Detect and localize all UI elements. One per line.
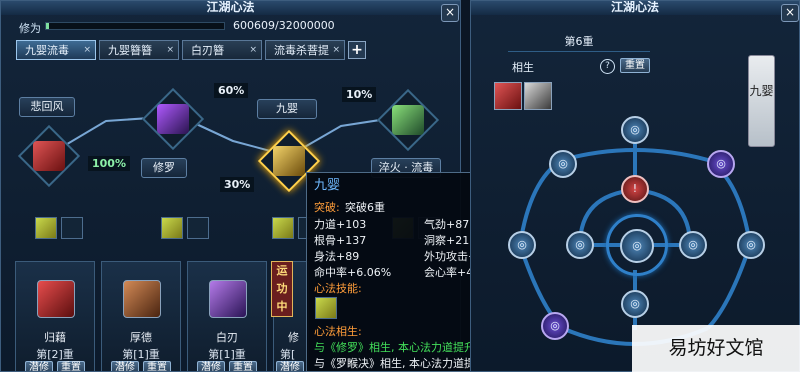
xp-progress-fill bbox=[46, 23, 50, 29]
card-name: 厚德 bbox=[130, 331, 152, 344]
section-title: 第6重 bbox=[508, 33, 650, 52]
skill-slot-icon[interactable] bbox=[161, 217, 183, 239]
synergy-line-2: 与《罗睺决》相生, 本心法力道提升 bbox=[314, 357, 486, 370]
card-level: 第[2]重 bbox=[36, 348, 74, 361]
scroll-icon bbox=[273, 146, 305, 176]
graph-node[interactable]: ◎ bbox=[679, 231, 707, 259]
watermark: 易坊好文馆 bbox=[632, 325, 800, 372]
tab-close-icon[interactable]: × bbox=[332, 45, 340, 55]
card-name: 归藉 bbox=[44, 331, 66, 344]
percent-10: 10% bbox=[342, 87, 377, 102]
book-icon bbox=[157, 104, 189, 134]
reset-button[interactable]: 重置 bbox=[143, 361, 171, 371]
stat-left: 根骨+137 bbox=[314, 234, 367, 247]
book-icon bbox=[33, 141, 65, 171]
card-level: 第[1]重 bbox=[122, 348, 160, 361]
card-level: 第[1]重 bbox=[208, 348, 246, 361]
graph-node[interactable]: ◎ bbox=[737, 231, 765, 259]
breakthrough-label: 突破: bbox=[314, 201, 340, 214]
stat-right: 洞察+212 bbox=[424, 234, 477, 247]
tab-jiuying-zanzan[interactable]: 九婴簪簪 × bbox=[99, 40, 179, 60]
stat-left: 命中率+6.06% bbox=[314, 266, 392, 279]
xp-value: 600609/32000000 bbox=[233, 19, 335, 32]
alert-node[interactable]: ! bbox=[621, 175, 649, 203]
tab-label: 白刃簪 bbox=[191, 44, 224, 57]
xinfa-card[interactable]: 厚德 第[1]重 潜修 重置 bbox=[101, 261, 181, 371]
left-close-button[interactable]: × bbox=[441, 4, 459, 22]
card-name: 修 bbox=[288, 331, 299, 344]
percent-100: 100% bbox=[88, 156, 130, 171]
skill-slot-icon[interactable] bbox=[272, 217, 294, 239]
running-badge: 运功中 bbox=[271, 261, 293, 317]
percent-30: 30% bbox=[220, 177, 255, 192]
left-panel-title: 江湖心法 bbox=[1, 1, 460, 15]
book-icon bbox=[392, 105, 424, 135]
graph-node-top[interactable]: ◎ bbox=[621, 116, 649, 144]
qianxiu-button[interactable]: 潜修 bbox=[197, 361, 225, 371]
graph-node[interactable]: ◎ bbox=[508, 231, 536, 259]
tab-close-icon[interactable]: × bbox=[166, 45, 174, 55]
qianxiu-button[interactable]: 潜修 bbox=[25, 361, 53, 371]
synergy-label: 心法相生: bbox=[314, 325, 362, 338]
tab-bairen-zan[interactable]: 白刃簪 × bbox=[182, 40, 262, 60]
xp-label: 修为 bbox=[19, 22, 41, 35]
graph-node[interactable]: ◎ bbox=[566, 231, 594, 259]
graph-node[interactable]: ◎ bbox=[621, 290, 649, 318]
tab-label: 流毒杀菩提 bbox=[274, 44, 329, 57]
tab-bar: 九婴流毒 × 九婴簪簪 × 白刃簪 × 流毒杀菩提 × + bbox=[16, 40, 366, 62]
breakthrough-value: 突破6重 bbox=[345, 201, 385, 214]
tab-close-icon[interactable]: × bbox=[83, 45, 91, 55]
tab-label: 九婴流毒 bbox=[25, 44, 69, 57]
label-beihuifeng: 悲回风 bbox=[19, 97, 75, 117]
skill-slot-icon[interactable] bbox=[35, 217, 57, 239]
add-tab-button[interactable]: + bbox=[348, 41, 366, 59]
book-icon bbox=[209, 280, 247, 318]
graph-node[interactable]: ◎ bbox=[707, 150, 735, 178]
book-icon bbox=[37, 280, 75, 318]
tab-close-icon[interactable]: × bbox=[249, 45, 257, 55]
reset-button[interactable]: 重置 bbox=[57, 361, 85, 371]
center-node[interactable]: ◎ bbox=[620, 229, 654, 263]
graph-node[interactable]: ◎ bbox=[549, 150, 577, 178]
label-jiuying: 九婴 bbox=[257, 99, 317, 119]
skill-icon bbox=[315, 297, 337, 319]
book-icon bbox=[123, 280, 161, 318]
xinfa-card[interactable]: 归藉 第[2]重 潜修 重置 bbox=[15, 261, 95, 371]
xinfa-card[interactable]: 白刃 第[1]重 潜修 重置 bbox=[187, 261, 267, 371]
qianxiu-button[interactable]: 潜修 bbox=[111, 361, 139, 371]
tab-label: 九婴簪簪 bbox=[108, 44, 152, 57]
xp-progress-bar bbox=[45, 22, 225, 30]
tab-liudu-sha-puti[interactable]: 流毒杀菩提 × bbox=[265, 40, 345, 60]
skill-label: 心法技能: bbox=[314, 282, 362, 295]
xiangsheng-label: 相生 bbox=[512, 61, 534, 74]
right-panel-title: 江湖心法 bbox=[471, 1, 799, 15]
stat-left: 身法+89 bbox=[314, 250, 360, 263]
tooltip-title: 九婴 bbox=[314, 178, 341, 193]
right-close-button[interactable]: × bbox=[781, 4, 799, 22]
reset-button[interactable]: 重置 bbox=[229, 361, 257, 371]
label-xiuluo: 修罗 bbox=[141, 158, 187, 178]
reset-button[interactable]: 重置 bbox=[620, 58, 650, 73]
percent-60: 60% bbox=[214, 83, 249, 98]
empty-slot[interactable] bbox=[61, 217, 83, 239]
tab-jiuying-liudu[interactable]: 九婴流毒 × bbox=[16, 40, 96, 60]
empty-slot[interactable] bbox=[187, 217, 209, 239]
stat-left: 力道+103 bbox=[314, 218, 367, 231]
stat-right: 气劲+87 bbox=[424, 218, 470, 231]
graph-node[interactable]: ◎ bbox=[541, 312, 569, 340]
qianxiu-button[interactable]: 潜修 bbox=[276, 361, 304, 371]
card-name: 白刃 bbox=[216, 331, 238, 344]
card-level: 第[ bbox=[280, 348, 296, 361]
info-icon[interactable]: ? bbox=[600, 59, 615, 74]
